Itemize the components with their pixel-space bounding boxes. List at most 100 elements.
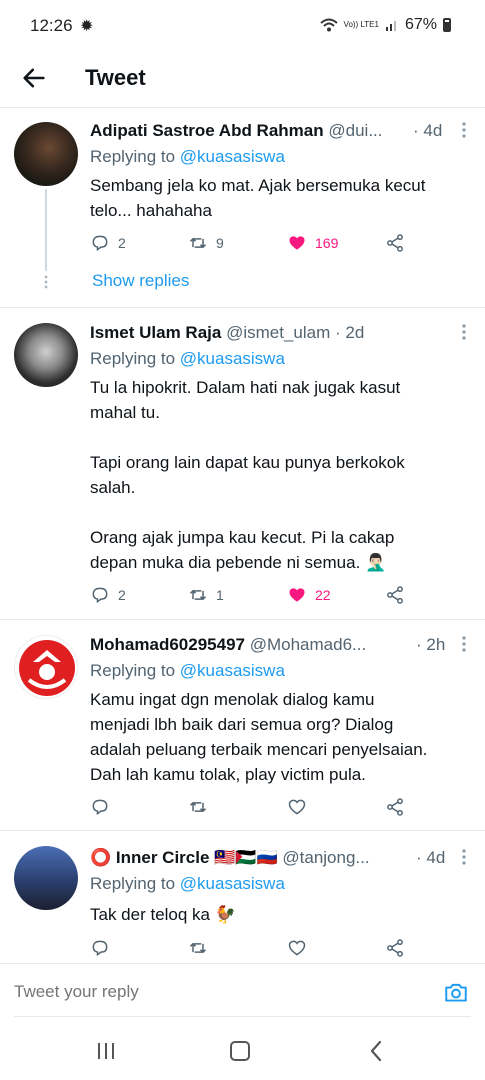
retweet-button[interactable]: [188, 938, 208, 958]
retweet-icon: [189, 802, 207, 812]
tweet-text: Tu la hipokrit. Dalam hati nak jugak kas…: [90, 375, 475, 575]
share-button[interactable]: [385, 233, 405, 253]
back-arrow-icon[interactable]: [20, 64, 48, 92]
thread-dots-icon: [44, 275, 48, 289]
like-button[interactable]: 22: [287, 585, 331, 605]
app-header: Tweet: [0, 52, 485, 108]
tweet-text: Kamu ingat dgn menolak dialog kamu menja…: [90, 687, 475, 787]
more-vertical-icon[interactable]: [461, 848, 467, 866]
signal-icon: [385, 21, 396, 31]
reply-button[interactable]: [90, 797, 110, 817]
replying-mention[interactable]: @kuasasiswa: [180, 874, 285, 893]
share-icon: [387, 234, 403, 252]
tweet-text-line: Tu la hipokrit. Dalam hati nak jugak kas…: [90, 378, 401, 397]
author-handle[interactable]: @tanjong...: [282, 848, 369, 867]
tweet-author[interactable]: Mohamad60295497 @Mohamad6...: [90, 635, 415, 655]
tweet-text-line: mahal tu.: [90, 403, 160, 422]
tweet-text: Tak der teloq ka 🐓: [90, 902, 475, 927]
tweet-author[interactable]: ⭕ Inner Circle 🇲🇾🇵🇸🇷🇺 @tanjong...: [90, 848, 415, 868]
avatar[interactable]: [14, 635, 78, 699]
status-bar: 12:26 ✹ Vo)) LTE1 67%: [0, 0, 485, 52]
like-button[interactable]: 169: [287, 233, 338, 253]
replying-mention[interactable]: @kuasasiswa: [180, 661, 285, 680]
system-nav-bar: [0, 1022, 485, 1080]
status-time: 12:26: [30, 16, 73, 35]
tweet-actions: 2 9 169: [90, 233, 420, 255]
tweet-actions: [90, 938, 420, 960]
retweet-button[interactable]: 9: [188, 233, 224, 253]
share-button[interactable]: [385, 585, 405, 605]
share-button[interactable]: [385, 938, 405, 958]
more-vertical-icon[interactable]: [461, 121, 467, 139]
tweet-item[interactable]: Ismet Ulam Raja @ismet_ulam · 2d Replyin…: [0, 309, 485, 620]
network-label: Vo)) LTE1: [343, 20, 379, 29]
reply-button[interactable]: 2: [90, 233, 126, 253]
thread-line: [45, 189, 47, 271]
like-button[interactable]: [287, 797, 307, 817]
tweet-text-line: adalah peluang terbaik mencari penyelsai…: [90, 740, 428, 759]
like-button[interactable]: [287, 938, 307, 958]
nav-home-icon[interactable]: [230, 1041, 250, 1061]
avatar[interactable]: [14, 846, 78, 910]
nav-recents-icon[interactable]: [96, 1042, 116, 1060]
tweet-text-line: Kamu ingat dgn menolak dialog kamu: [90, 690, 375, 709]
replying-prefix: Replying to: [90, 661, 180, 680]
author-name[interactable]: Mohamad60295497: [90, 635, 245, 654]
like-icon: [288, 799, 306, 815]
tweet-text-line: Tapi orang lain dapat kau punya berkokok: [90, 453, 405, 472]
share-button[interactable]: [385, 797, 405, 817]
battery-percent: 67%: [404, 16, 437, 33]
composer-underline: [14, 1016, 471, 1017]
show-replies-link[interactable]: Show replies: [92, 271, 189, 291]
tweet-text-line: Orang ajak jumpa kau kecut. Pi la cakap: [90, 528, 395, 547]
author-name[interactable]: Adipati Sastroe Abd Rahman: [90, 121, 324, 140]
replying-prefix: Replying to: [90, 349, 180, 368]
reply-icon: [92, 799, 108, 816]
like-icon: [288, 940, 306, 956]
tweet-actions: 2 1 22: [90, 585, 420, 607]
reply-icon: [92, 587, 108, 604]
tweet-item[interactable]: ⭕ Inner Circle 🇲🇾🇵🇸🇷🇺 @tanjong... · 4d R…: [0, 832, 485, 963]
more-vertical-icon[interactable]: [461, 635, 467, 653]
more-vertical-icon[interactable]: [461, 323, 467, 341]
retweet-button[interactable]: 1: [188, 585, 224, 605]
retweet-count: 9: [216, 235, 224, 251]
avatar-logo-icon: [19, 640, 75, 696]
retweet-button[interactable]: [188, 797, 208, 817]
author-name[interactable]: Ismet Ulam Raja: [90, 323, 221, 342]
like-count: 169: [315, 235, 339, 251]
author-name[interactable]: ⭕ Inner Circle 🇲🇾🇵🇸🇷🇺: [90, 848, 278, 867]
replying-mention[interactable]: @kuasasiswa: [180, 147, 285, 166]
avatar[interactable]: [14, 323, 78, 387]
retweet-icon: [189, 943, 207, 953]
nav-back-icon[interactable]: [368, 1040, 384, 1062]
retweet-icon: [189, 238, 207, 248]
author-handle[interactable]: @dui...: [328, 121, 382, 140]
retweet-icon: [189, 590, 207, 600]
status-indicators: Vo)) LTE1 67%: [319, 16, 451, 34]
reply-button[interactable]: 2: [90, 585, 126, 605]
author-handle[interactable]: @Mohamad6...: [250, 635, 366, 654]
tweet-item[interactable]: Mohamad60295497 @Mohamad6... · 2h Replyi…: [0, 621, 485, 831]
tweet-time: · 4d: [413, 121, 443, 140]
replying-mention[interactable]: @kuasasiswa: [180, 349, 285, 368]
reply-button[interactable]: [90, 938, 110, 958]
tweet-time: · 2d: [335, 323, 365, 342]
tweet-author[interactable]: Adipati Sastroe Abd Rahman @dui...: [90, 121, 425, 141]
replying-to: Replying to @kuasasiswa: [90, 874, 285, 894]
tweet-text-line: [90, 425, 475, 450]
camera-icon[interactable]: [443, 980, 469, 1006]
retweet-count: 1: [216, 587, 224, 603]
author-handle[interactable]: @ismet_ulam: [226, 323, 330, 342]
reply-input[interactable]: [14, 982, 394, 1002]
tweet-item[interactable]: Adipati Sastroe Abd Rahman @dui... · 4d …: [0, 109, 485, 308]
replying-to: Replying to @kuasasiswa: [90, 147, 285, 167]
like-icon: [289, 588, 305, 602]
tweet-text-line: Sembang jela ko mat. Ajak bersemuka kecu…: [90, 176, 426, 195]
tweet-text-line: telo... hahahaha: [90, 201, 212, 220]
tweet-text-line: depan muka dia pebende ni semua. 🤦🏻‍♂️: [90, 553, 387, 572]
like-count: 22: [315, 587, 331, 603]
tweet-text-line: [90, 500, 475, 525]
avatar[interactable]: [14, 122, 78, 186]
tweet-author[interactable]: Ismet Ulam Raja @ismet_ulam · 2d: [90, 323, 461, 343]
